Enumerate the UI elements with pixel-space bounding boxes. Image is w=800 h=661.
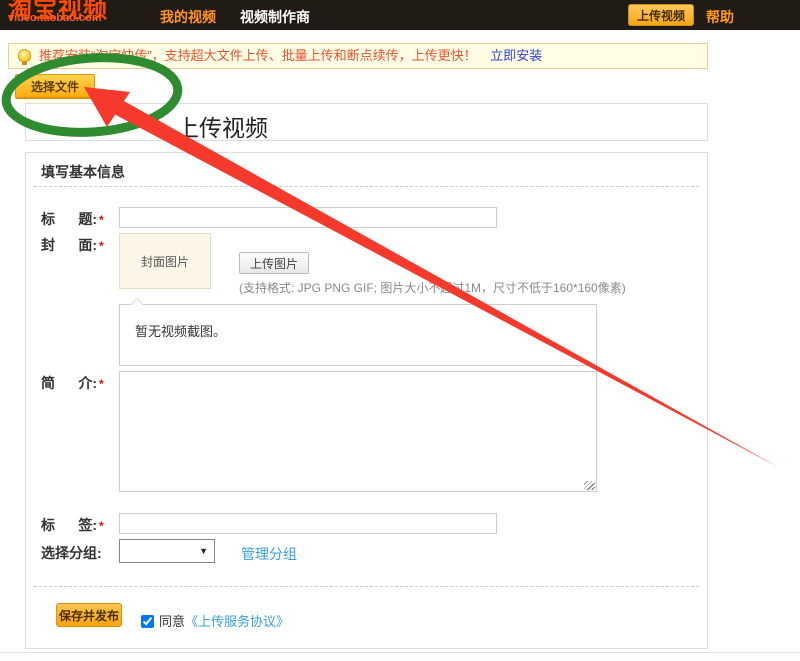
upload-video-page: 淘宝视频 video.taobao.com 我的视频 视频制作商 上传视频 帮助… <box>0 0 800 661</box>
basic-info-form: 填写基本信息 标 题:* 封 面:* 封面图片 上传图片 (支持格式: JPG … <box>25 152 708 649</box>
choose-file-button[interactable]: 选择文件 <box>15 74 95 99</box>
tooltip-caret <box>130 298 144 305</box>
title-label-text: 标 题: <box>41 211 97 227</box>
upload-image-button[interactable]: 上传图片 <box>239 252 309 274</box>
group-label-text: 选择分组: <box>41 545 102 561</box>
cover-label-text: 封 面: <box>41 237 97 253</box>
required-marker: * <box>99 239 104 253</box>
cover-format-hint: (支持格式: JPG PNG GIF; 图片大小不超过1M，尺寸不低于160*1… <box>239 279 626 296</box>
site-logo-domain: video.taobao.com <box>8 12 102 24</box>
no-screenshot-text: 暂无视频截图。 <box>135 321 226 340</box>
description-textarea[interactable] <box>119 371 597 492</box>
section-title: 填写基本信息 <box>41 162 125 182</box>
save-publish-button[interactable]: 保存并发布 <box>56 603 122 627</box>
divider <box>34 586 699 587</box>
lightbulb-icon <box>18 49 31 62</box>
top-navbar: 淘宝视频 video.taobao.com 我的视频 视频制作商 上传视频 帮助 <box>0 0 800 30</box>
install-now-link[interactable]: 立即安装 <box>490 48 542 63</box>
group-select[interactable]: ▼ <box>119 539 215 563</box>
title-input[interactable] <box>119 207 497 228</box>
tag-label: 标 签:* <box>41 515 126 535</box>
manage-groups-link[interactable]: 管理分组 <box>241 544 297 564</box>
nav-video-makers[interactable]: 视频制作商 <box>240 7 310 27</box>
group-label: 选择分组: <box>41 543 126 563</box>
notice-text: 推荐安装“淘宝快传”，支持超大文件上传、批量上传和断点续传，上传更快！ <box>39 48 477 63</box>
cover-placeholder-text: 封面图片 <box>141 253 189 270</box>
description-label: 简 介:* <box>41 373 126 393</box>
description-label-text: 简 介: <box>41 375 97 391</box>
nav-my-videos[interactable]: 我的视频 <box>160 7 216 27</box>
cover-label: 封 面:* <box>41 235 126 255</box>
tag-input[interactable] <box>119 513 497 534</box>
tag-label-text: 标 签: <box>41 517 97 533</box>
agree-text: 同意 <box>159 614 185 629</box>
page-title: 上传视频 <box>176 109 268 143</box>
notice-bar: 推荐安装“淘宝快传”，支持超大文件上传、批量上传和断点续传，上传更快！ 立即安装 <box>8 43 708 69</box>
required-marker: * <box>99 519 104 533</box>
divider <box>34 186 699 187</box>
video-screenshot-box: 暂无视频截图。 <box>119 304 597 366</box>
chevron-down-icon: ▼ <box>199 540 208 562</box>
title-label: 标 题:* <box>41 209 126 229</box>
page-title-box: 上传视频 <box>25 103 708 141</box>
service-agreement-link[interactable]: 《上传服务协议》 <box>185 614 289 629</box>
required-marker: * <box>99 213 104 227</box>
upload-video-button[interactable]: 上传视频 <box>628 4 694 26</box>
agree-row: 同意《上传服务协议》 <box>141 611 289 630</box>
agree-checkbox[interactable] <box>141 615 154 628</box>
footer-divider <box>0 652 800 661</box>
cover-image-placeholder: 封面图片 <box>119 233 211 289</box>
required-marker: * <box>99 377 104 391</box>
help-link[interactable]: 帮助 <box>706 7 734 27</box>
